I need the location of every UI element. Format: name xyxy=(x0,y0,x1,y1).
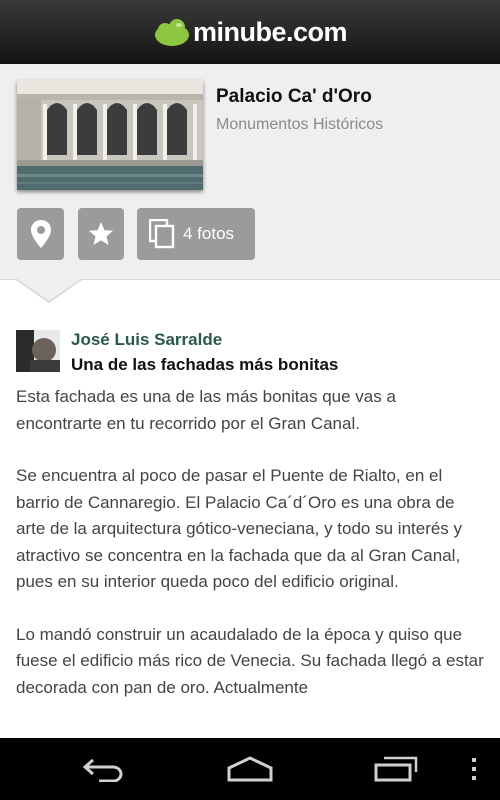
app-header: minube.com xyxy=(0,0,500,64)
header-pointer xyxy=(17,279,81,301)
favorite-button[interactable] xyxy=(78,208,124,260)
avatar[interactable] xyxy=(16,330,60,372)
recent-apps-icon xyxy=(374,756,418,782)
review-paragraph: Esta fachada es una de las más bonitas q… xyxy=(16,387,396,433)
map-pin-icon xyxy=(30,220,51,248)
place-header: Palacio Ca' d'Oro Monumentos Históricos … xyxy=(0,64,500,280)
system-navigation-bar xyxy=(0,738,500,800)
author-photo xyxy=(16,330,60,372)
minube-logo[interactable]: minube.com xyxy=(153,16,348,48)
review-paragraph: Se encuentra al poco de pasar el Puente … xyxy=(16,466,463,591)
logo-text: minube.com xyxy=(192,16,348,47)
home-icon xyxy=(227,756,273,782)
back-icon xyxy=(82,758,123,782)
photos-icon xyxy=(149,219,175,249)
place-category[interactable]: Monumentos Históricos xyxy=(216,116,383,134)
review-body: Esta fachada es una de las más bonitas q… xyxy=(16,384,486,727)
star-icon xyxy=(89,222,113,245)
palace-facade-image xyxy=(17,80,203,190)
place-title: Palacio Ca' d'Oro xyxy=(216,86,372,107)
overflow-menu-icon xyxy=(472,758,476,780)
map-button[interactable] xyxy=(17,208,64,260)
cloud-logo-icon xyxy=(154,19,189,46)
review-title: Una de las fachadas más bonitas xyxy=(71,355,339,374)
place-photo[interactable] xyxy=(17,80,203,190)
photos-button[interactable]: 4 fotos xyxy=(137,208,255,260)
review-paragraph: Lo mandó construir un acaudalado de la é… xyxy=(16,624,484,697)
overflow-menu-button[interactable] xyxy=(464,750,484,788)
back-button[interactable] xyxy=(78,750,130,788)
home-button[interactable] xyxy=(224,750,276,788)
recent-apps-button[interactable] xyxy=(370,750,422,788)
review-author[interactable]: José Luis Sarralde xyxy=(71,330,222,350)
photos-count-label: 4 fotos xyxy=(183,224,235,243)
